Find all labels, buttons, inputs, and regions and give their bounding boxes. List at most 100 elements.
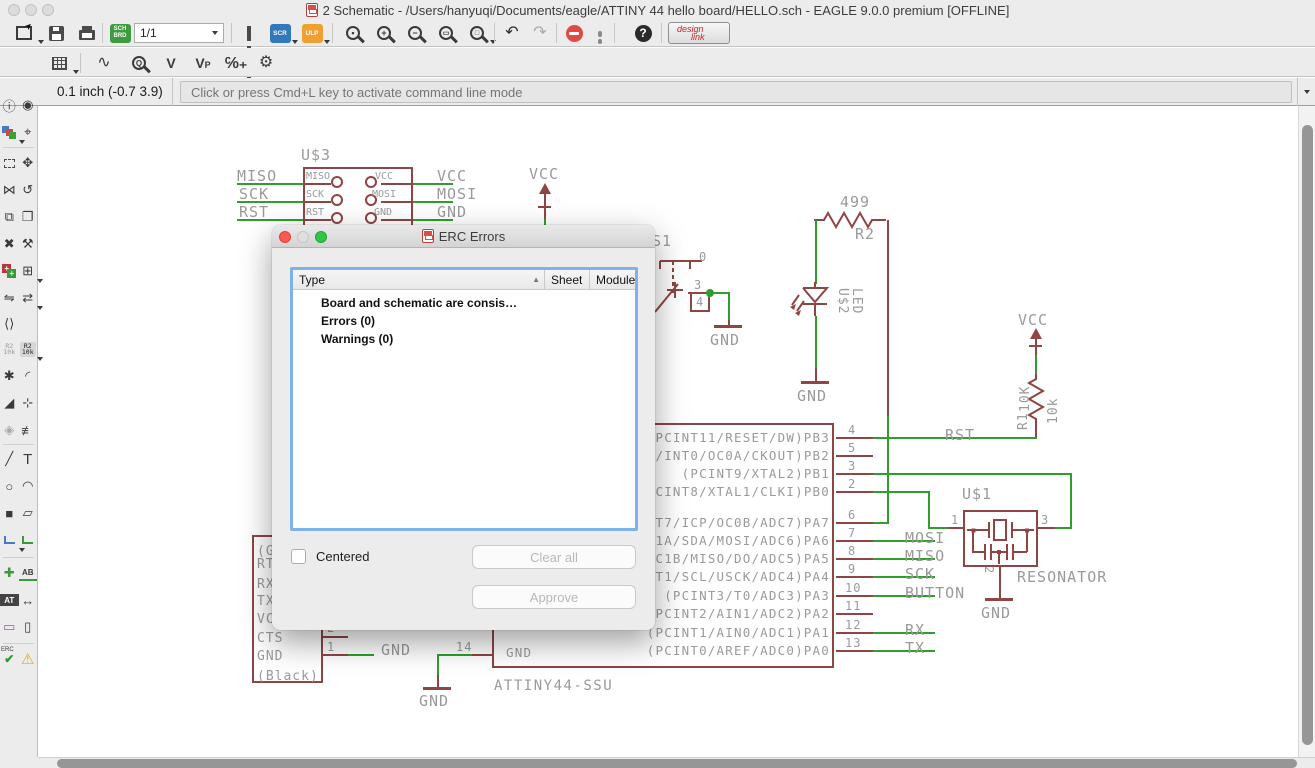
zoom-window-button[interactable] <box>42 4 54 16</box>
tool-replace-icon[interactable]: ⇄ <box>19 285 38 311</box>
horizontal-scroll-thumb[interactable] <box>57 759 1297 768</box>
tool-name-icon[interactable]: R210k <box>0 336 19 362</box>
tool-smash-icon[interactable]: ✱ <box>0 363 19 389</box>
command-line-input[interactable] <box>180 81 1292 103</box>
centered-checkbox[interactable] <box>291 549 306 564</box>
tool-junction-icon[interactable]: ✚ <box>0 560 19 586</box>
undo-button[interactable]: ↶ <box>500 21 524 45</box>
add-node-button[interactable]: ℅₊ <box>224 51 248 75</box>
tool-net-icon[interactable] <box>19 527 38 553</box>
help-button[interactable]: ? <box>631 21 655 45</box>
tool-dimension-icon[interactable]: ↔ <box>19 587 38 613</box>
net-label[interactable]: GND <box>437 203 467 221</box>
dialog-minimize-button[interactable] <box>297 231 309 243</box>
tool-arc-icon[interactable]: ◠ <box>19 473 38 499</box>
stop-button[interactable] <box>562 21 586 45</box>
column-header-sheet[interactable]: Sheet <box>544 270 589 289</box>
tool-erc-icon[interactable]: ERC ✔ <box>0 646 19 672</box>
table-row[interactable]: Warnings (0) <box>293 330 635 348</box>
tool-rect-icon[interactable]: ■ <box>0 500 19 526</box>
tool-change-wrench-icon[interactable]: ⚒ <box>19 231 38 257</box>
tool-split-icon[interactable]: ⊹ <box>19 390 38 416</box>
grid-button[interactable] <box>45 51 73 75</box>
net-label[interactable]: MOSI <box>905 529 945 547</box>
erc-results-table[interactable]: Type▲ Sheet Module Board and schematic a… <box>290 267 638 531</box>
tool-copy-icon[interactable]: ⧉ <box>0 204 19 230</box>
tool-label-icon[interactable]: AB <box>19 565 38 581</box>
table-row[interactable]: Errors (0) <box>293 312 635 330</box>
tool-group-icon[interactable] <box>0 150 19 176</box>
minimize-window-button[interactable] <box>25 4 37 16</box>
run-ulp-button[interactable]: ULP <box>300 21 324 45</box>
net-label[interactable]: MISO <box>237 167 277 185</box>
tool-paste-icon[interactable]: ❐ <box>19 204 38 230</box>
tool-display-layers-icon[interactable] <box>0 119 19 145</box>
tool-text-icon[interactable]: T <box>19 446 38 472</box>
dialog-close-button[interactable] <box>279 231 291 243</box>
clear-all-button[interactable]: Clear all <box>472 545 636 569</box>
approve-button[interactable]: Approve <box>472 585 636 609</box>
zoom-out-button[interactable]: − <box>402 21 428 45</box>
run-script-button[interactable]: SCR <box>268 21 292 45</box>
tool-invoke-icon[interactable]: ◈ <box>0 417 19 443</box>
overflow-menu-button[interactable] <box>592 21 608 45</box>
tool-delete-icon[interactable]: ✖ <box>0 231 19 257</box>
zoom-search-button[interactable]: Q <box>126 51 152 75</box>
settings-button[interactable]: ⚙ <box>254 51 278 75</box>
horizontal-scrollbar[interactable] <box>38 757 1315 768</box>
net-label[interactable]: BUTTON <box>905 584 965 602</box>
switch-to-board-button[interactable]: SCHBRD <box>108 21 132 45</box>
tool-bus-icon[interactable] <box>0 527 19 553</box>
net-label[interactable]: MOSI <box>437 185 477 203</box>
dialog-zoom-button[interactable] <box>315 231 327 243</box>
column-header-type[interactable]: Type▲ <box>293 270 544 289</box>
net-label[interactable]: RX <box>905 621 925 639</box>
zoom-redraw-button[interactable]: □ <box>464 21 490 45</box>
tool-miter-fill-icon[interactable]: ◢ <box>0 390 19 416</box>
window-titlebar[interactable]: 2 Schematic - /Users/hanyuqi/Documents/e… <box>0 0 1315 20</box>
tool-rotate-icon[interactable]: ↺ <box>19 177 38 203</box>
table-row[interactable]: Board and schematic are consis… <box>293 294 635 312</box>
tool-gate-split-icon[interactable]: ≢ <box>19 417 38 443</box>
tool-move-icon[interactable]: ✥ <box>19 150 38 176</box>
voltage-probe-button[interactable]: VP <box>190 51 216 75</box>
sheet-selector[interactable]: 1/1 <box>134 21 224 45</box>
redo-button[interactable]: ↷ <box>528 21 552 45</box>
tool-circle-icon[interactable]: ○ <box>0 473 19 499</box>
tool-frame2-icon[interactable]: ▯ <box>19 614 38 640</box>
tool-add-part-icon[interactable]: ++ <box>0 258 19 284</box>
tool-copy-add-icon[interactable]: ⊞ <box>19 258 38 284</box>
tool-miter-icon[interactable]: ◜ <box>19 363 38 389</box>
net-label[interactable]: RST <box>945 426 975 444</box>
tool-mirror-icon[interactable]: ⋈ <box>0 177 19 203</box>
net-label[interactable]: TX <box>905 639 925 657</box>
net-label[interactable]: SCK <box>239 185 269 203</box>
net-label[interactable]: SCK <box>905 565 935 583</box>
tool-mark-icon[interactable]: ⌖ <box>19 119 38 145</box>
zoom-select-button[interactable]: ▭ <box>433 21 459 45</box>
vertical-scrollbar[interactable] <box>1298 106 1315 757</box>
tool-wire-icon[interactable]: ╱ <box>0 446 19 472</box>
net-label[interactable]: GND <box>381 641 411 659</box>
close-window-button[interactable] <box>8 4 20 16</box>
dialog-titlebar[interactable]: ERC Errors <box>272 225 655 248</box>
net-label[interactable]: RST <box>239 203 269 221</box>
net-label[interactable]: MISO <box>905 547 945 565</box>
tool-frame-icon[interactable]: ▭ <box>0 614 19 640</box>
voltage-tool-button[interactable]: V <box>160 51 182 75</box>
tool-pinswap-icon[interactable]: ⇋ <box>0 285 19 311</box>
tool-info-icon[interactable]: ⓘ <box>0 92 19 118</box>
vertical-scroll-thumb[interactable] <box>1302 125 1313 745</box>
net-label[interactable]: VCC <box>437 167 467 185</box>
tool-polygon-icon[interactable]: ▱ <box>19 500 38 526</box>
tool-value-icon[interactable]: R210k <box>19 336 38 362</box>
signal-tool-button[interactable]: ∿ <box>92 51 116 75</box>
tool-erc-errors-icon[interactable]: ⚠ <box>19 646 38 672</box>
column-header-module[interactable]: Module <box>589 270 635 289</box>
library-manager-button[interactable] <box>239 21 261 45</box>
tool-gateswap-icon[interactable]: ⟨⟩ <box>0 311 19 337</box>
save-button[interactable] <box>45 21 67 45</box>
zoom-fit-button[interactable]: ▪ <box>340 21 366 45</box>
design-link-button[interactable]: designlink <box>668 21 730 45</box>
table-header[interactable]: Type▲ Sheet Module <box>293 270 635 290</box>
